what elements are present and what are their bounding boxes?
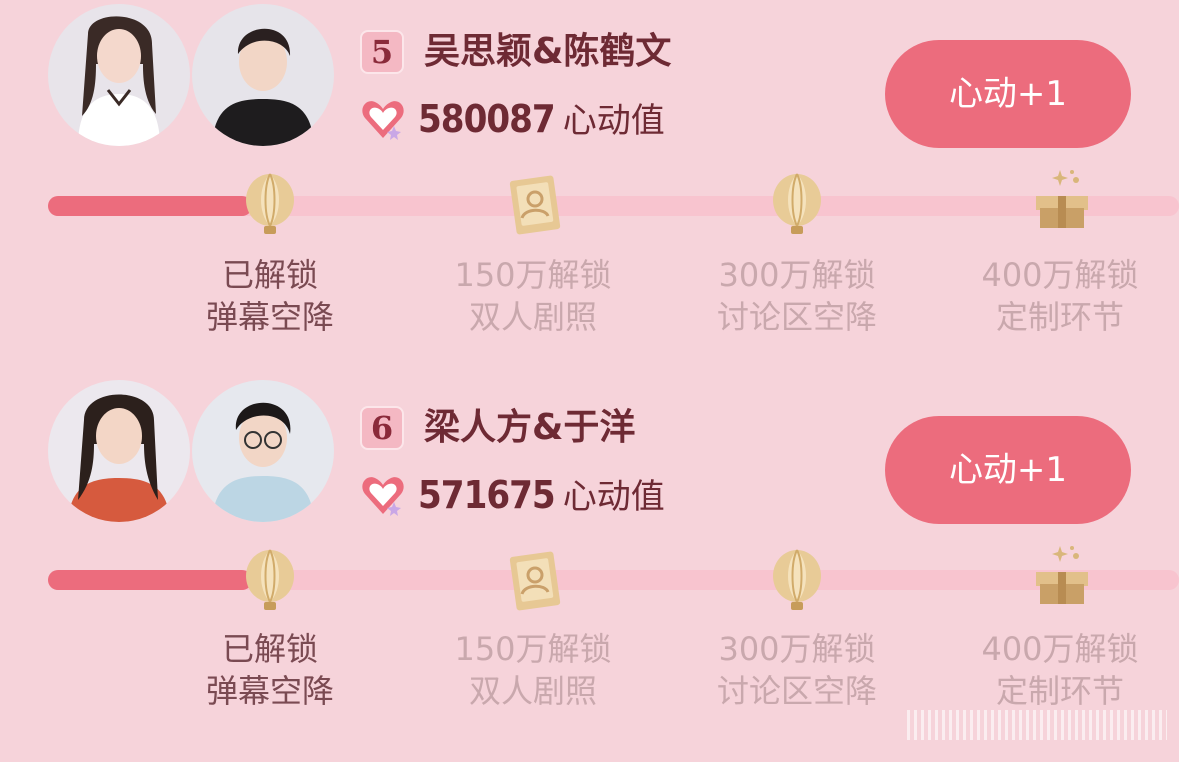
balloon-icon (773, 549, 821, 610)
milestone-status: 已解锁 (221, 630, 318, 668)
couple-card: 6 梁人方&于洋 571675 心动值 心动+1 已解锁 弹幕空降 150万解锁… (0, 376, 1179, 756)
milestone-reward: 定制环节 (995, 672, 1124, 710)
balloon-icon (773, 173, 821, 234)
couple-name: 吴思颖&陈鹤文 (424, 31, 672, 72)
photo-card-icon (509, 175, 561, 235)
heart-icon (362, 101, 404, 140)
progress-track (48, 196, 1179, 216)
score: 580087 心动值 (418, 96, 665, 150)
score-value: 571675 (418, 473, 556, 517)
gift-box-icon (1036, 170, 1088, 228)
milestone-status: 300万解锁 (718, 630, 876, 668)
vote-button[interactable]: 心动+1 (885, 416, 1131, 524)
progress-fill (48, 196, 252, 216)
milestone-label: 300万解锁 讨论区空降 (687, 628, 907, 712)
milestone-reward: 双人剧照 (468, 672, 597, 710)
milestone-status: 150万解锁 (454, 630, 612, 668)
avatar-male[interactable] (192, 380, 334, 522)
rank-badge: 5 (360, 30, 404, 74)
milestone-reward: 弹幕空降 (205, 298, 334, 336)
milestone-label: 400万解锁 定制环节 (950, 254, 1170, 338)
milestone-status: 400万解锁 (981, 256, 1139, 294)
score-unit: 心动值 (562, 101, 665, 141)
heart-icon (362, 477, 404, 516)
avatar-female[interactable] (48, 4, 190, 146)
progress-track (48, 570, 1179, 590)
milestone-reward: 双人剧照 (468, 298, 597, 336)
milestone-reward: 讨论区空降 (716, 298, 877, 336)
score-unit: 心动值 (562, 477, 665, 517)
score-value: 580087 (418, 97, 556, 141)
milestone-status: 400万解锁 (981, 630, 1139, 668)
milestone-label: 400万解锁 定制环节 (950, 628, 1170, 712)
milestone-status: 已解锁 (221, 256, 318, 294)
watermark (907, 710, 1167, 740)
couple-card: 5 吴思颖&陈鹤文 580087 心动值 心动+1 已解锁 弹幕空降 150万解… (0, 0, 1179, 380)
gift-box-icon (1036, 546, 1088, 604)
milestone-label: 150万解锁 双人剧照 (423, 628, 643, 712)
score: 571675 心动值 (418, 472, 665, 526)
milestone-status: 300万解锁 (718, 256, 876, 294)
progress-fill (48, 570, 252, 590)
balloon-icon (246, 173, 294, 234)
balloon-icon (246, 549, 294, 610)
vote-button[interactable]: 心动+1 (885, 40, 1131, 148)
milestone-label: 已解锁 弹幕空降 (160, 254, 380, 338)
milestone-status: 150万解锁 (454, 256, 612, 294)
milestone-label: 150万解锁 双人剧照 (423, 254, 643, 338)
avatar-female[interactable] (48, 380, 190, 522)
milestone-reward: 弹幕空降 (205, 672, 334, 710)
rank-badge: 6 (360, 406, 404, 450)
milestone-label: 300万解锁 讨论区空降 (687, 254, 907, 338)
photo-card-icon (509, 551, 561, 611)
milestone-reward: 讨论区空降 (716, 672, 877, 710)
couple-name: 梁人方&于洋 (424, 407, 636, 448)
milestone-reward: 定制环节 (995, 298, 1124, 336)
milestone-label: 已解锁 弹幕空降 (160, 628, 380, 712)
avatar-male[interactable] (192, 4, 334, 146)
